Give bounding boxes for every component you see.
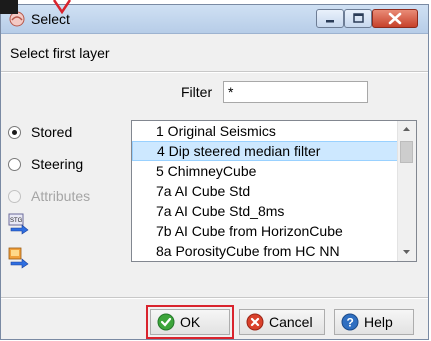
ok-button-label: OK [180,314,201,330]
scroll-down-icon[interactable] [398,243,415,260]
filter-label: Filter [181,84,213,100]
filter-input[interactable] [223,81,368,103]
minimize-icon [326,20,334,23]
header-divider [1,71,428,73]
radio-button-stored[interactable] [8,125,21,139]
list-item-selected[interactable]: 4 Dip steered median filter [132,141,398,161]
layer-list-items: 1 Original Seismics 4 Dip steered median… [132,121,398,261]
radio-button-steering[interactable] [8,157,21,171]
radio-stored[interactable]: Stored [8,124,72,140]
list-item[interactable]: 1 Original Seismics [132,121,398,141]
svg-text:STG: STG [10,218,23,224]
maximize-button[interactable] [344,9,372,28]
close-icon [388,12,402,25]
radio-steering[interactable]: Steering [8,156,83,172]
footer-divider [1,297,428,299]
pointer-arrow-annotation [52,0,72,15]
minimize-button[interactable] [316,9,344,28]
list-item[interactable]: 7a AI Cube Std_8ms [132,201,398,221]
select-dialog: Select Select first layer Filter Stored … [0,4,429,340]
cancel-button[interactable]: Cancel [239,309,325,335]
layer-list[interactable]: 1 Original Seismics 4 Dip steered median… [131,120,417,262]
list-scrollbar[interactable] [397,121,416,261]
check-icon [157,313,175,331]
list-item[interactable]: 8a PorosityCube from HC NN [132,241,398,261]
list-item[interactable]: 7a AI Cube Std [132,181,398,201]
radio-label-steering: Steering [31,156,84,172]
scroll-up-icon[interactable] [398,121,415,138]
screen-corner-mark [0,0,18,14]
radio-button-attributes [8,189,21,203]
radio-label-attributes: Attributes [31,188,91,204]
dialog-header-label: Select first layer [10,45,110,61]
close-button[interactable] [372,9,418,28]
list-item[interactable]: 7b AI Cube from HorizonCube [132,221,398,241]
help-button[interactable]: ? Help [334,309,414,335]
radio-attributes: Attributes [8,188,90,204]
cancel-button-label: Cancel [269,314,313,330]
radio-label-stored: Stored [31,124,73,140]
scroll-thumb[interactable] [400,141,413,163]
svg-text:?: ? [347,316,354,330]
import-icon[interactable] [8,247,30,269]
cancel-icon [246,313,264,331]
list-item[interactable]: 5 ChimneyCube [132,161,398,181]
ok-button[interactable]: OK [150,309,230,335]
help-icon: ? [341,313,359,331]
steering-data-icon[interactable]: STG [8,213,30,235]
help-button-label: Help [364,314,393,330]
maximize-icon [353,13,364,23]
